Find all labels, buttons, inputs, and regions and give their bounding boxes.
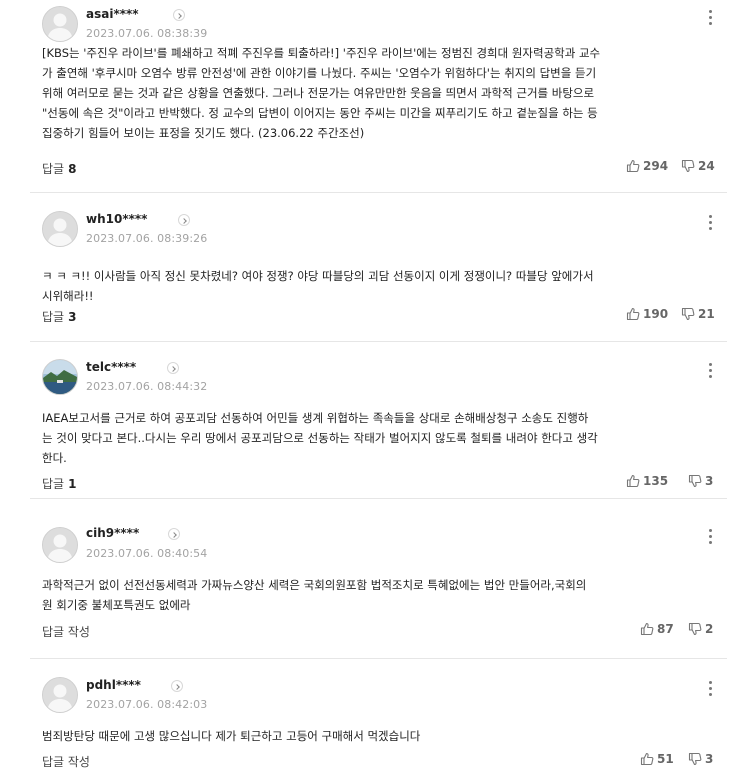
dislike-button[interactable]: 21 (681, 307, 715, 321)
more-options-icon[interactable] (705, 10, 715, 28)
username[interactable]: wh10**** (86, 212, 147, 226)
like-count: 51 (657, 752, 674, 766)
more-options-icon[interactable] (705, 363, 715, 381)
comment-date: 2023.07.06. 08:40:54 (86, 547, 208, 560)
comment-text: 과학적근거 없이 선전선동세력과 가짜뉴스양산 세력은 국회의원포함 법적조치로… (42, 578, 587, 612)
avatar[interactable] (42, 6, 78, 42)
like-button[interactable]: 294 (626, 159, 668, 173)
dislike-count: 21 (698, 307, 715, 321)
avatar[interactable] (42, 211, 78, 247)
reply-count: 3 (68, 310, 77, 324)
like-count: 190 (643, 307, 669, 321)
thumbs-down-icon (688, 752, 702, 766)
like-button[interactable]: 51 (640, 752, 674, 766)
thumbs-up-icon (640, 752, 654, 766)
dislike-button[interactable]: 3 (688, 752, 713, 766)
comment-text: IAEA보고서를 근거로 하여 공포괴담 선동하여 어민들 생계 위협하는 족속… (42, 411, 598, 465)
avatar[interactable] (42, 359, 78, 395)
username[interactable]: cih9**** (86, 526, 139, 540)
like-button[interactable]: 190 (626, 307, 668, 321)
thumbs-up-icon (626, 307, 640, 321)
default-avatar-icon (43, 678, 77, 712)
comment-date: 2023.07.06. 08:38:39 (86, 27, 208, 40)
username[interactable]: pdhl**** (86, 678, 141, 692)
dislike-button[interactable]: 3 (688, 474, 713, 488)
like-count: 294 (643, 159, 669, 173)
reply-label: 답글 (42, 477, 65, 491)
thumbs-down-icon (681, 307, 695, 321)
comment-text: ㅋ ㅋ ㅋ!! 이사람들 아직 정신 못차렸네? 여야 정쟁? 야당 따블당의 … (42, 269, 594, 303)
like-count: 87 (657, 622, 674, 636)
comment-date: 2023.07.06. 08:44:32 (86, 380, 208, 393)
default-avatar-icon (43, 7, 77, 41)
dislike-button[interactable]: 24 (681, 159, 715, 173)
default-avatar-icon (43, 528, 77, 562)
comment-item: cih9**** 2023.07.06. 08:40:54 과학적근거 없이 선전선… (30, 499, 727, 659)
default-avatar-icon (43, 212, 77, 246)
comment-item: pdhl**** 2023.07.06. 08:42:03 범죄방탄당 때문에 고생… (30, 659, 727, 777)
dislike-count: 24 (698, 159, 715, 173)
comment-item: wh10**** 2023.07.06. 08:39:26 ㅋ ㅋ ㅋ!! 이사람들… (30, 193, 727, 342)
thumbs-up-icon (626, 474, 640, 488)
comment-item: telc**** 2023.07.06. 08:44:32 IAEA보고서를 근거로… (30, 342, 727, 499)
reply-label: 답글 (42, 310, 65, 324)
avatar[interactable] (42, 677, 78, 713)
reply-button[interactable]: 답글 작성 (42, 753, 90, 770)
comment-item: asai**** 2023.07.06. 08:38:39 [KBS는 '주진우 라… (30, 0, 727, 193)
more-options-icon[interactable] (705, 529, 715, 547)
chevron-right-icon[interactable] (167, 362, 179, 374)
thumbs-up-icon (626, 159, 640, 173)
chevron-right-icon[interactable] (178, 214, 190, 226)
more-options-icon[interactable] (705, 681, 715, 699)
reply-count: 8 (68, 162, 77, 176)
comment-list: asai**** 2023.07.06. 08:38:39 [KBS는 '주진우 라… (0, 0, 747, 777)
dislike-count: 3 (705, 474, 714, 488)
comment-text: 범죄방탄당 때문에 고생 많으십니다 제가 퇴근하고 고등어 구매해서 먹겠습니… (42, 729, 421, 743)
chevron-right-icon[interactable] (173, 9, 185, 21)
reply-button[interactable]: 답글 1 (42, 475, 76, 492)
comment-date: 2023.07.06. 08:39:26 (86, 232, 208, 245)
thumbs-down-icon (681, 159, 695, 173)
thumbs-down-icon (688, 622, 702, 636)
reply-button[interactable]: 답글 8 (42, 160, 76, 177)
chevron-right-icon[interactable] (168, 528, 180, 540)
thumbs-up-icon (640, 622, 654, 636)
chevron-right-icon[interactable] (171, 680, 183, 692)
reply-label: 답글 (42, 162, 65, 176)
reply-button[interactable]: 답글 3 (42, 308, 76, 325)
dislike-button[interactable]: 2 (688, 622, 713, 636)
dislike-count: 2 (705, 622, 714, 636)
like-button[interactable]: 135 (626, 474, 668, 488)
avatar[interactable] (42, 527, 78, 563)
reply-label: 답글 작성 (42, 755, 90, 769)
reply-label: 답글 작성 (42, 625, 90, 639)
username[interactable]: asai**** (86, 7, 139, 21)
like-count: 135 (643, 474, 669, 488)
more-options-icon[interactable] (705, 215, 715, 233)
username[interactable]: telc**** (86, 360, 136, 374)
landscape-avatar-icon (43, 360, 77, 394)
like-button[interactable]: 87 (640, 622, 674, 636)
thumbs-down-icon (688, 474, 702, 488)
reply-button[interactable]: 답글 작성 (42, 623, 90, 640)
dislike-count: 3 (705, 752, 714, 766)
reply-count: 1 (68, 477, 77, 491)
comment-text: [KBS는 '주진우 라이브'를 폐쇄하고 적폐 주진우를 퇴출하라!] '주진… (42, 46, 601, 140)
comment-date: 2023.07.06. 08:42:03 (86, 698, 208, 711)
